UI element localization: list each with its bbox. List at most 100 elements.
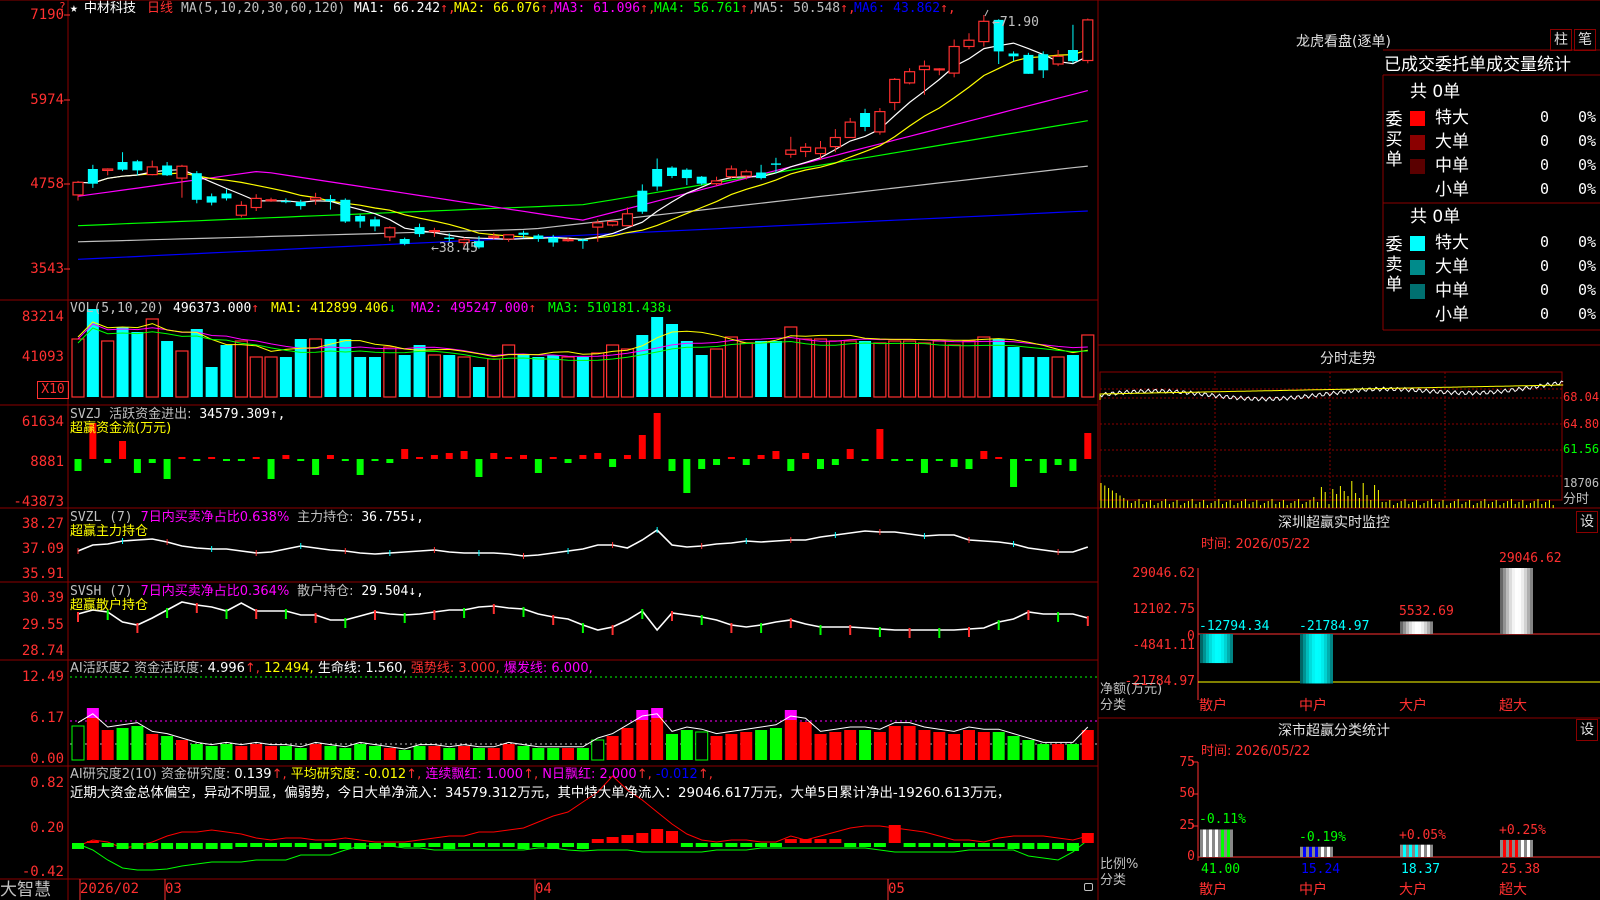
research-bar: [131, 843, 144, 849]
volume-bar: [561, 356, 575, 398]
activity-bar: [1081, 730, 1094, 760]
monitor-bar-shade: [1509, 568, 1512, 634]
research-bar: [383, 843, 396, 847]
period-label[interactable]: 日线: [147, 1, 173, 16]
stats-bar-shade: [1421, 844, 1424, 857]
stats-bar-value: 15.24: [1301, 862, 1341, 877]
flow-bar: [282, 455, 290, 459]
lock-icon[interactable]: [1084, 883, 1093, 891]
order-type-label: 小单: [1435, 305, 1469, 325]
monitor-bar-shade: [1218, 634, 1221, 664]
activity-bar: [710, 736, 723, 760]
activity-bar: [265, 746, 278, 760]
research-bar: [829, 839, 842, 843]
vol-unit-badge[interactable]: X10: [37, 381, 69, 399]
candle-body: [340, 199, 351, 222]
research-bar: [725, 843, 738, 847]
activity-bar: [606, 736, 619, 760]
research-bar: [1007, 843, 1020, 849]
monitor-bar-shade: [1230, 634, 1233, 664]
ma5-line: [77, 165, 1088, 243]
stats-bar-shade: [1218, 829, 1221, 857]
research-bar: [175, 843, 188, 849]
candle-body: [933, 68, 945, 71]
activity-bar: [86, 718, 99, 760]
bar-view-button[interactable]: 柱: [1550, 29, 1572, 51]
stats-settings-button[interactable]: 设: [1576, 719, 1598, 741]
vol-axis-label: 83214: [21, 309, 64, 325]
flow-bar: [104, 459, 112, 463]
svzj-axis-label: -43873: [13, 494, 64, 510]
monitor-bar-shade: [1409, 621, 1412, 634]
activity-bar: [873, 732, 886, 760]
flow-bar: [594, 453, 602, 459]
low-price-annotation: ←38.45: [431, 241, 478, 256]
volume-bar: [116, 327, 129, 397]
candle-body: [829, 136, 841, 148]
stats-bar-change: -0.19%: [1299, 829, 1346, 845]
ai2-axis-label: 0.20: [30, 820, 64, 836]
order-count: 0: [1540, 132, 1550, 150]
stats-xlabel: 分类: [1100, 873, 1127, 888]
svzl-axis-label: 37.09: [21, 541, 64, 557]
activity-bar: [888, 726, 901, 760]
stats-bar-value: 25.38: [1501, 862, 1541, 877]
flow-bar: [178, 457, 186, 459]
stats-bar-shade: [1300, 846, 1303, 857]
chart-canvas[interactable]: [0, 0, 1600, 900]
monitor-bar-value: 29046.62: [1499, 551, 1562, 566]
flow-bar: [772, 451, 780, 459]
candle-body: [652, 169, 663, 187]
volume-bar: [769, 341, 782, 397]
order-percent: 0%: [1578, 180, 1597, 198]
monitor-bar-shade: [1327, 634, 1330, 684]
monitor-bar-shade: [1503, 568, 1506, 634]
stats-bar-shade: [1206, 829, 1209, 857]
svzj-axis-label: 8881: [30, 454, 64, 470]
research-bar: [294, 843, 307, 847]
svsh-axis-label: 30.39: [21, 590, 64, 606]
stats-bar-shade: [1324, 846, 1327, 857]
monitor-bar-shade: [1324, 634, 1327, 684]
activity-bar: [517, 746, 530, 760]
ai2-title: AI研究度2(10) 资金研究度: 0.139↑, 平均研究度: -0.012↑…: [70, 767, 713, 782]
volume-bar: [472, 367, 485, 397]
research-bar: [844, 843, 857, 847]
flow-bar: [579, 455, 587, 459]
flow-bar: [1069, 459, 1077, 471]
order-count: 0: [1540, 233, 1550, 251]
stats-bar-shade: [1315, 846, 1318, 857]
flow-bar: [356, 459, 364, 475]
tick-view-button[interactable]: 笔: [1574, 29, 1596, 51]
flow-bar: [846, 449, 854, 459]
stats-bar-change: -0.11%: [1199, 812, 1246, 828]
order-percent: 0%: [1578, 257, 1597, 275]
svzl-axis-label: 35.91: [21, 566, 64, 582]
volume-bar: [1022, 357, 1035, 397]
monitor-axis-label: 29046.62: [1132, 566, 1195, 581]
flow-bar: [965, 459, 973, 469]
activity-bar: [977, 732, 990, 760]
monitor-bar-shade: [1530, 568, 1533, 634]
flow-bar: [802, 453, 810, 459]
candle-body: [295, 201, 306, 207]
volume-bar: [902, 340, 917, 398]
activity-bar: [428, 746, 441, 760]
candle-body: [740, 171, 752, 177]
flow-bar: [119, 441, 127, 459]
ai1-title: AI活跃度2 资金活跃度: 4.996↑, 12.494, 生命线: 1.560…: [70, 661, 593, 676]
flow-bar: [668, 459, 676, 471]
stats-bar-shade: [1500, 839, 1503, 857]
monitor-bar-shade: [1415, 621, 1418, 634]
volume-bar: [131, 332, 144, 397]
candle-body: [918, 65, 931, 71]
volume-bar: [843, 340, 857, 398]
favorite-star-icon[interactable]: ★: [70, 1, 78, 16]
research-bar: [918, 843, 931, 847]
candle-body: [162, 165, 173, 176]
monitor-settings-button[interactable]: 设: [1576, 511, 1598, 533]
activity-bar: [769, 728, 782, 760]
high-price-annotation: ←71.90: [992, 15, 1039, 30]
order-type-label: 中单: [1435, 281, 1469, 301]
activity-bar: [992, 732, 1005, 760]
